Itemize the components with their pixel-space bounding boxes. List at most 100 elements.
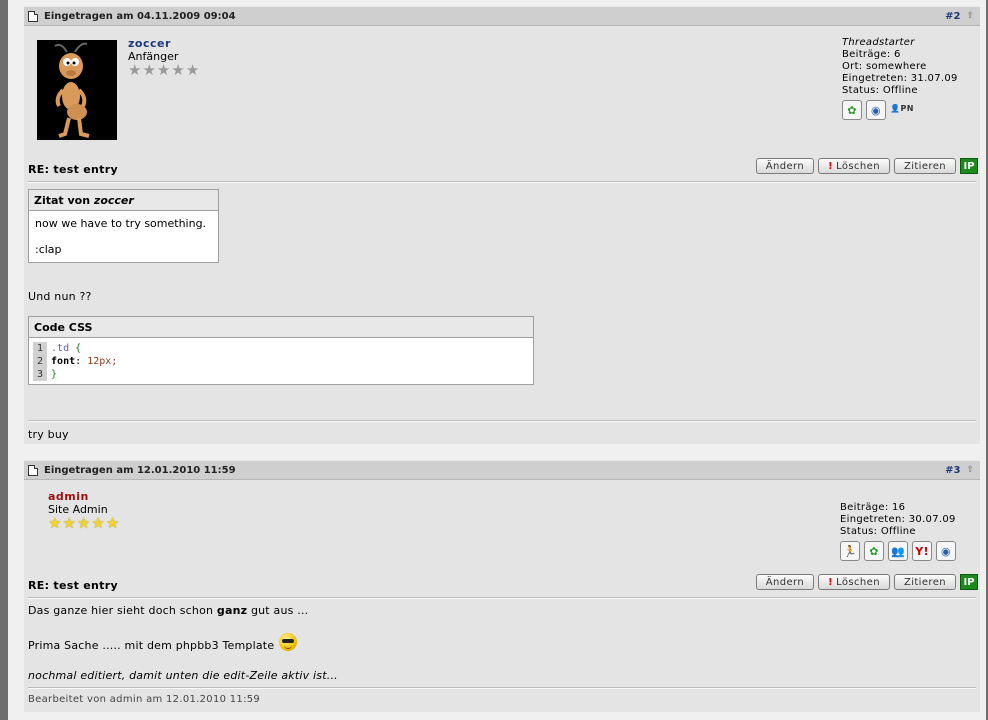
text-segment: Das ganze hier sieht doch schon xyxy=(28,604,214,617)
text-segment: gut aus ... xyxy=(250,604,309,617)
ip-button[interactable]: IP xyxy=(960,158,978,174)
warning-icon: ! xyxy=(828,576,834,588)
website-icon[interactable]: ◉ xyxy=(936,541,956,561)
cool-smiley-icon xyxy=(279,633,298,651)
yahoo-icon[interactable]: Y! xyxy=(912,541,932,561)
star-icon: ★ xyxy=(185,61,200,79)
code-selector: .td xyxy=(51,343,70,354)
line-number: 3 xyxy=(37,369,44,380)
author-name[interactable]: admin xyxy=(48,490,119,503)
author-block: zoccer Anfänger ★ ★ ★ ★ ★ xyxy=(128,37,200,79)
post-date: Eingetragen am 12.01.2010 11:59 xyxy=(44,464,236,476)
star-icon: ★ xyxy=(91,514,105,532)
signature-divider xyxy=(28,420,976,422)
code-header: Code CSS xyxy=(29,317,533,338)
join-date: Eingetreten: 31.07.09 xyxy=(842,73,958,84)
page-frame: Eingetragen am 04.11.2009 09:04 #2 ⇧ zoc… xyxy=(8,0,986,720)
contact-icons: ✿ ◉ 👤PN xyxy=(842,100,958,120)
quote-button[interactable]: Zitieren xyxy=(893,574,956,590)
star-icon: ★ xyxy=(48,514,62,532)
quote-label: Zitieren xyxy=(903,160,946,172)
code-box: Code CSS 1 2 3 .td { font: 12px; } xyxy=(28,316,534,385)
rank-stars: ★ ★ ★ ★ ★ xyxy=(48,514,120,532)
signature: try buy xyxy=(28,428,69,441)
edit-label: Ändern xyxy=(765,160,805,172)
post-header: Eingetragen am 12.01.2010 11:59 #3 ⇧ xyxy=(24,460,980,480)
aim-icon[interactable]: 🏃 xyxy=(840,541,860,561)
msn-icon[interactable]: 👥 xyxy=(888,541,908,561)
join-date: Eingetreten: 30.07.09 xyxy=(840,514,956,525)
contact-icons: 🏃 ✿ 👥 Y! ◉ xyxy=(840,541,956,561)
quote-button[interactable]: Zitieren xyxy=(893,158,956,174)
code-value: 12px; xyxy=(87,356,118,367)
post-document-icon xyxy=(28,464,38,476)
website-icon[interactable]: ◉ xyxy=(866,100,886,120)
star-icon: ★ xyxy=(76,514,91,532)
post-text-line: Prima Sache ..... mit dem phpbb3 Templat… xyxy=(28,633,298,652)
edit-button[interactable]: Ändern xyxy=(755,574,815,590)
online-status: Status: Offline xyxy=(840,526,916,537)
star-icon: ★ xyxy=(171,61,185,79)
star-icon: ★ xyxy=(142,61,156,79)
pm-icon[interactable]: 👤PN xyxy=(890,100,914,118)
code-body: 1 2 3 .td { font: 12px; } xyxy=(29,338,533,384)
delete-label: Löschen xyxy=(836,576,880,588)
rank-stars: ★ ★ ★ ★ ★ xyxy=(128,61,200,79)
code-brace: } xyxy=(51,369,58,380)
author-block: admin Site Admin ★ ★ ★ ★ ★ xyxy=(48,490,120,532)
star-icon: ★ xyxy=(105,514,120,532)
edit-button[interactable]: Ändern xyxy=(755,158,815,174)
post-2: Eingetragen am 04.11.2009 09:04 #2 ⇧ zoc… xyxy=(24,6,980,444)
divider xyxy=(28,597,976,599)
post-text: Und nun ?? xyxy=(28,290,92,303)
edited-note: Bearbeitet von admin am 12.01.2010 11:59 xyxy=(28,694,261,705)
quote-author: zoccer xyxy=(93,193,134,207)
code-brace: { xyxy=(75,343,82,354)
post-3: Eingetragen am 12.01.2010 11:59 #3 ⇧ adm… xyxy=(24,460,980,712)
post-title: RE: test entry xyxy=(28,579,118,592)
post-actions: Ändern ! Löschen Zitieren IP xyxy=(755,158,978,174)
line-number: 1 xyxy=(37,343,44,354)
quote-line: now we have to try something. xyxy=(35,217,207,230)
quote-label: Zitat von xyxy=(34,193,91,207)
author-name[interactable]: zoccer xyxy=(128,37,199,50)
scroll-top-icon[interactable]: ⇧ xyxy=(966,465,974,475)
scroll-top-icon[interactable]: ⇧ xyxy=(966,11,974,21)
edit-divider xyxy=(28,687,976,689)
delete-button[interactable]: ! Löschen xyxy=(818,574,890,590)
quote-box: Zitat von zoccer now we have to try some… xyxy=(28,189,219,263)
line-number: 2 xyxy=(37,356,44,367)
star-icon: ★ xyxy=(62,514,76,532)
warning-icon: ! xyxy=(828,160,834,172)
quote-header: Zitat von zoccer xyxy=(29,190,218,211)
quote-line: :clap xyxy=(35,243,62,256)
location: Ort: somewhere xyxy=(842,61,927,72)
post-title: RE: test entry xyxy=(28,163,118,176)
divider xyxy=(28,181,976,183)
icq-icon[interactable]: ✿ xyxy=(842,100,862,120)
post-number-link[interactable]: #3 xyxy=(945,465,960,476)
author-info: Beiträge: 16 Eingetreten: 30.07.09 Statu… xyxy=(840,502,956,561)
star-icon: ★ xyxy=(156,61,171,79)
thread-starter-label: Threadstarter xyxy=(842,37,915,48)
icq-icon[interactable]: ✿ xyxy=(864,541,884,561)
quote-body: now we have to try something. :clap xyxy=(29,211,218,262)
quote-label: Zitieren xyxy=(903,576,946,588)
online-status: Status: Offline xyxy=(842,85,918,96)
code-colon: : xyxy=(75,356,82,367)
bold-text: ganz xyxy=(216,604,248,617)
ant-avatar-icon xyxy=(37,40,117,140)
author-info: Threadstarter Beiträge: 6 Ort: somewhere… xyxy=(842,37,958,120)
post-count: Beiträge: 16 xyxy=(840,502,906,513)
post-header: Eingetragen am 04.11.2009 09:04 #2 ⇧ xyxy=(24,6,980,26)
code-text: .td { font: 12px; } xyxy=(47,342,117,381)
post-actions: Ändern ! Löschen Zitieren IP xyxy=(755,574,978,590)
delete-button[interactable]: ! Löschen xyxy=(818,158,890,174)
avatar xyxy=(37,40,117,140)
post-text-line: nochmal editiert, damit unten die edit-Z… xyxy=(28,669,338,682)
post-document-icon xyxy=(28,10,38,22)
post-date: Eingetragen am 04.11.2009 09:04 xyxy=(44,10,236,22)
star-icon: ★ xyxy=(128,61,142,79)
ip-button[interactable]: IP xyxy=(960,574,978,590)
post-number-link[interactable]: #2 xyxy=(945,11,960,22)
